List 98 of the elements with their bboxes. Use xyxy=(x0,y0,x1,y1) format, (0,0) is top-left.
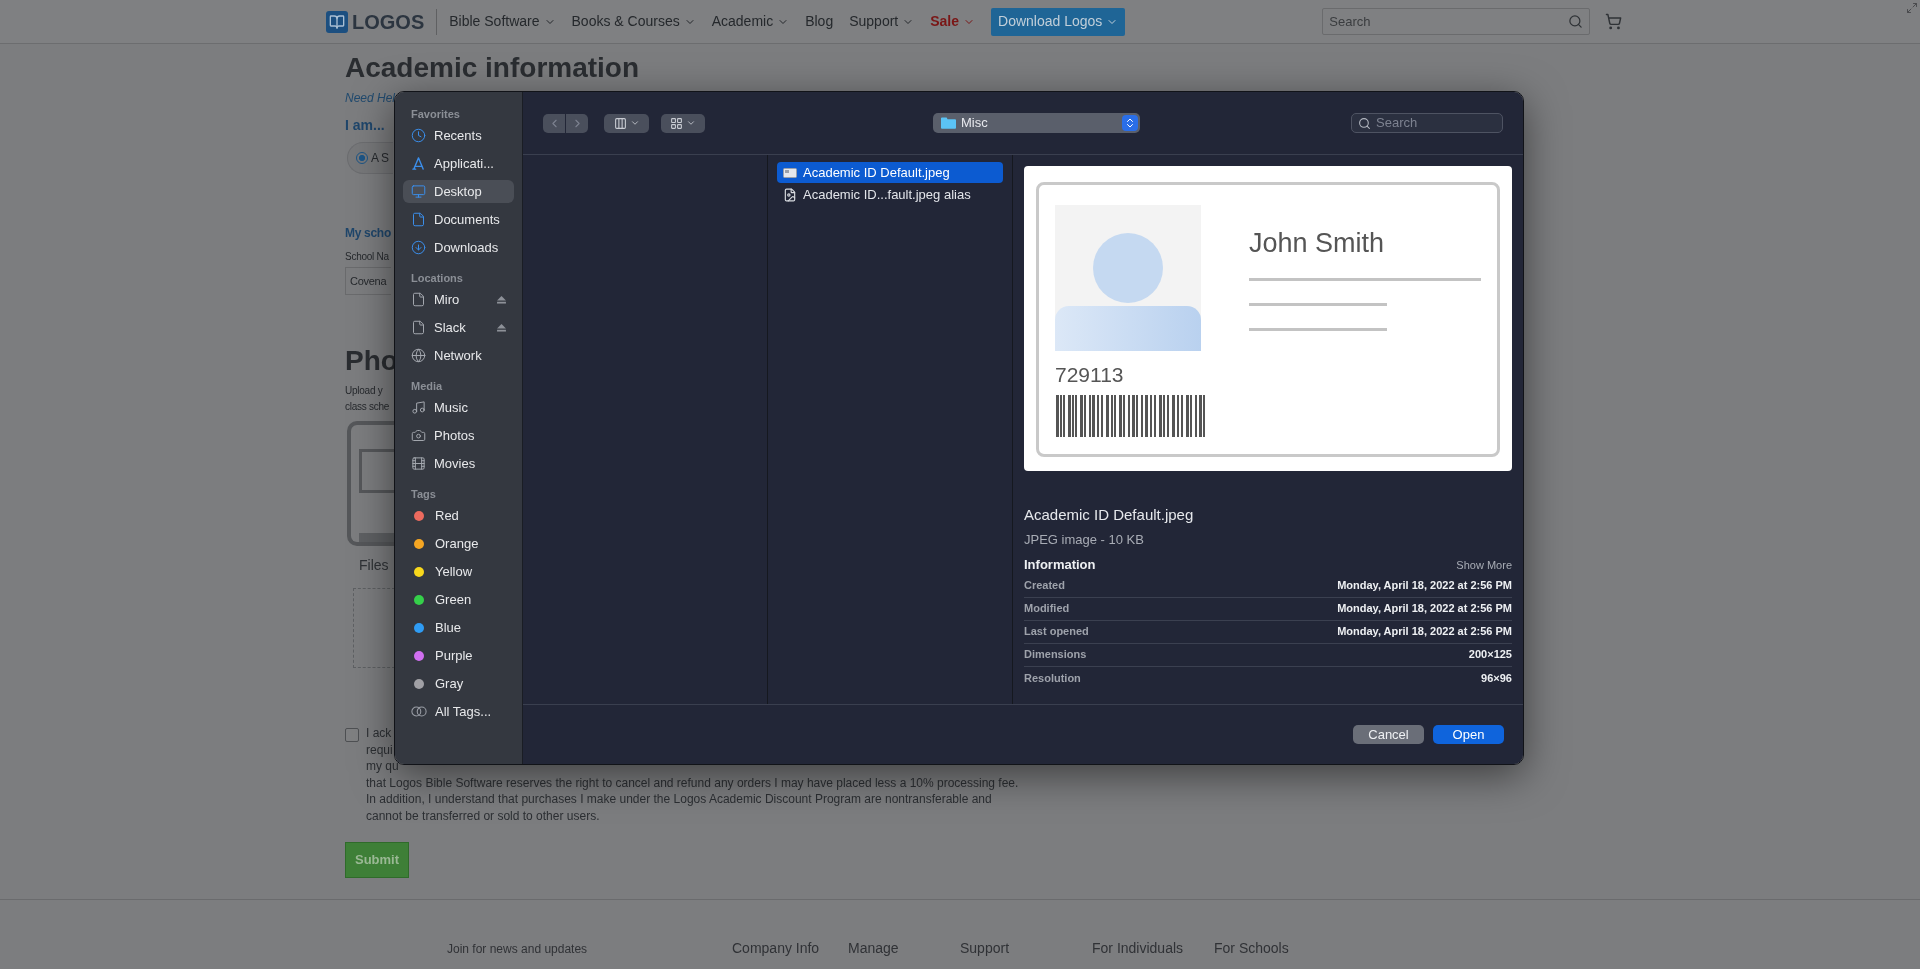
film-icon xyxy=(411,456,426,471)
footer-heading: For Individuals xyxy=(1092,939,1185,958)
document-icon xyxy=(411,212,426,227)
info-value: Monday, April 18, 2022 at 2:56 PM xyxy=(1337,601,1512,617)
school-heading: My scho xyxy=(345,225,391,242)
search-icon[interactable] xyxy=(1568,14,1584,29)
upload-instructions: Upload y class sche xyxy=(345,384,390,414)
school-input[interactable]: Covena xyxy=(345,267,391,295)
image-file-icon xyxy=(783,167,797,178)
acknowledge-text-fragment: I ack xyxy=(366,725,393,742)
sidebar-item[interactable]: Slack xyxy=(403,316,514,339)
footer-heading: Support xyxy=(960,939,1011,958)
info-value: Monday, April 18, 2022 at 2:56 PM xyxy=(1337,578,1512,594)
page-title: Academic information xyxy=(345,51,640,85)
sidebar-section-heading: Favorites xyxy=(410,107,461,122)
search-icon xyxy=(1358,116,1371,130)
info-value: 96×96 xyxy=(1481,670,1512,686)
school-label: School Na xyxy=(345,250,389,264)
app-store-icon xyxy=(411,156,426,171)
acknowledge-text-fragment: requi xyxy=(366,741,394,758)
camera-icon xyxy=(411,428,426,443)
show-more-link[interactable]: Show More xyxy=(1456,556,1512,573)
role-label: I am... xyxy=(345,116,385,135)
preview-file-type: JPEG image - 10 KB xyxy=(1024,530,1145,549)
desktop-icon xyxy=(411,184,426,199)
sidebar-item[interactable]: Recents xyxy=(403,124,514,147)
barcode-icon xyxy=(1055,394,1207,437)
tags-icon xyxy=(411,706,427,717)
info-label: Created xyxy=(1024,578,1065,594)
sidebar-item[interactable]: Miro xyxy=(403,288,514,311)
nav-link[interactable]: Support xyxy=(849,11,915,32)
nav-link[interactable]: Books & Courses xyxy=(571,11,696,32)
sidebar-item[interactable]: Desktop xyxy=(403,180,514,203)
sidebar-item[interactable]: Purple xyxy=(403,644,514,667)
nav-link[interactable]: Blog xyxy=(805,11,834,32)
grid-icon xyxy=(670,116,683,130)
sidebar-item[interactable]: Red xyxy=(403,504,514,527)
sidebar-item[interactable]: Movies xyxy=(403,452,514,475)
cancel-button[interactable]: Cancel xyxy=(1353,725,1424,744)
sidebar-item[interactable]: Orange xyxy=(403,532,514,555)
chevron-down-icon xyxy=(686,118,696,128)
id-name: John Smith xyxy=(1249,227,1386,260)
newsletter-text: Join for news and updates xyxy=(447,940,589,958)
logo-icon xyxy=(326,10,348,33)
chevron-down-icon xyxy=(629,118,640,128)
columns-icon xyxy=(613,116,627,130)
folder-icon xyxy=(941,117,956,129)
file-icon xyxy=(411,320,426,335)
music-note-icon xyxy=(411,400,426,415)
download-icon xyxy=(411,240,426,255)
sidebar-item[interactable]: Photos xyxy=(403,424,514,447)
preview-file-name: Academic ID Default.jpeg xyxy=(1024,505,1195,525)
info-label: Resolution xyxy=(1024,670,1081,686)
sidebar-item[interactable]: Green xyxy=(403,588,514,611)
globe-icon xyxy=(411,348,426,363)
file-icon xyxy=(411,292,426,307)
footer-heading: For Schools xyxy=(1214,939,1290,958)
sidebar-item[interactable]: Network xyxy=(403,344,514,367)
clock-icon xyxy=(411,128,426,143)
group-view-button[interactable] xyxy=(661,113,705,133)
footer-heading: Manage xyxy=(848,939,900,958)
file-item[interactable]: Academic ID Default.jpeg xyxy=(777,162,1003,183)
acknowledge-text-fragment: my qu xyxy=(366,758,400,775)
forward-button[interactable] xyxy=(566,113,588,133)
sidebar-item[interactable]: Downloads xyxy=(403,236,514,259)
resize-icon[interactable] xyxy=(1906,2,1918,14)
info-value: 200×125 xyxy=(1468,647,1512,663)
file-item[interactable]: Academic ID...fault.jpeg alias xyxy=(777,184,1003,205)
location-popup[interactable]: Misc xyxy=(933,113,1140,133)
footer-heading: Company Info xyxy=(732,939,821,958)
id-number: 729113 xyxy=(1055,362,1125,388)
sidebar-item[interactable]: Applicati... xyxy=(403,152,514,175)
open-button[interactable]: Open xyxy=(1433,725,1504,744)
nav-link[interactable]: Academic xyxy=(711,11,790,32)
info-heading: Information xyxy=(1024,556,1096,574)
sidebar-item[interactable]: Blue xyxy=(403,616,514,639)
back-button[interactable] xyxy=(543,113,565,133)
sidebar-section-heading: Tags xyxy=(410,487,437,502)
stepper-icon xyxy=(1122,115,1138,131)
eject-icon[interactable] xyxy=(497,295,506,304)
sidebar-item[interactable]: Gray xyxy=(403,672,514,695)
nav-link[interactable]: Bible Software xyxy=(449,11,556,32)
files-label: Files xyxy=(359,556,389,575)
eject-icon[interactable] xyxy=(497,323,506,332)
sidebar-item[interactable]: All Tags... xyxy=(403,700,514,723)
info-label: Modified xyxy=(1024,601,1070,617)
sidebar-item[interactable]: Music xyxy=(403,396,514,419)
sidebar-section-heading: Locations xyxy=(410,271,464,286)
sidebar-item[interactable]: Yellow xyxy=(403,560,514,583)
alias-file-icon xyxy=(783,187,797,202)
sidebar-section-heading: Media xyxy=(410,379,444,394)
info-label: Dimensions xyxy=(1024,647,1087,663)
info-label: Last opened xyxy=(1024,624,1089,640)
column-view-button[interactable] xyxy=(604,113,649,133)
sidebar-item[interactable]: Documents xyxy=(403,208,514,231)
acknowledge-checkbox[interactable] xyxy=(345,728,359,742)
info-value: Monday, April 18, 2022 at 2:56 PM xyxy=(1337,624,1512,640)
cart-icon[interactable] xyxy=(1605,13,1623,30)
